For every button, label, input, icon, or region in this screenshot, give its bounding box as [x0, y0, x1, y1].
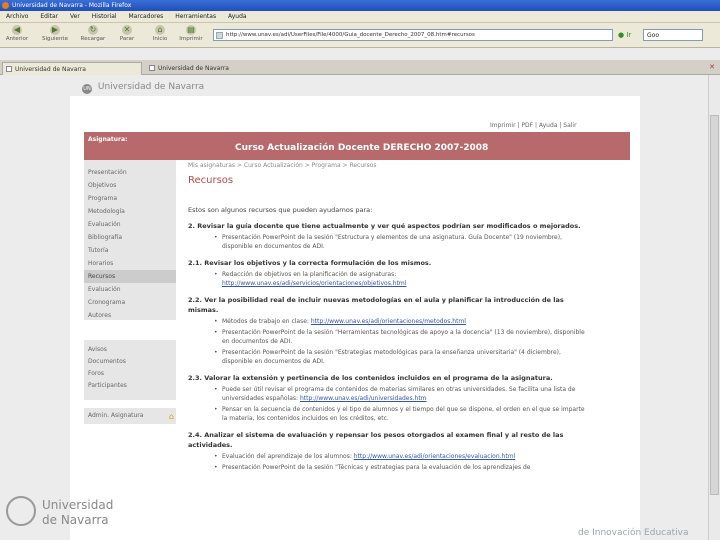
- menu-history[interactable]: Historial: [92, 13, 117, 20]
- page-icon: [6, 66, 12, 72]
- search-input[interactable]: Goo: [643, 29, 703, 41]
- go-button[interactable]: ● Ir: [618, 29, 640, 41]
- tab-universidad-1[interactable]: Universidad de Navarra: [2, 62, 142, 75]
- home-button[interactable]: ⌂ Inicio: [145, 25, 175, 46]
- list-item: Presentación PowerPoint de la sesión "Es…: [214, 233, 588, 251]
- list-item: Presentación PowerPoint de la sesión "He…: [214, 328, 588, 346]
- secondary-navigation: Avisos Documentos Foros Participantes: [84, 340, 176, 400]
- site-logo[interactable]: UN Universidad de Navarra: [82, 82, 204, 94]
- subject-label: Asignatura:: [88, 136, 128, 143]
- nav-item-evaluacion[interactable]: Evaluación: [84, 218, 176, 231]
- nav-item-objetivos[interactable]: Objetivos: [84, 179, 176, 192]
- url-bar[interactable]: http://www.unav.es/adi/UserFiles/File/40…: [213, 29, 613, 41]
- universidades-link[interactable]: http://www.unav.es/adi/universidades.htm: [300, 395, 427, 402]
- list-item: Pensar en la secuencia de contenidos y e…: [214, 405, 588, 423]
- home-icon: ⌂: [155, 25, 165, 35]
- forward-arrow-icon: ▶: [50, 25, 60, 35]
- nav-item-documentos[interactable]: Documentos: [84, 356, 176, 368]
- tab-strip: Universidad de Navarra Universidad de Na…: [0, 60, 720, 75]
- evaluacion-link[interactable]: http://www.unav.es/adi/orientaciones/eva…: [354, 453, 515, 460]
- nav-item-foros[interactable]: Foros: [84, 368, 176, 380]
- section-heading: 2. Revisar la guía docente que tiene act…: [188, 222, 581, 230]
- nav-item-programa[interactable]: Programa: [84, 192, 176, 205]
- stop-button[interactable]: ✕ Parar: [112, 25, 142, 46]
- go-arrow-icon: ●: [618, 31, 625, 39]
- admin-navigation[interactable]: Admin. Asignatura ⌂: [84, 408, 176, 424]
- stop-icon: ✕: [122, 25, 132, 35]
- window-title: Universidad de Navarra - Mozilla Firefox: [12, 2, 132, 9]
- menu-help[interactable]: Ayuda: [228, 13, 247, 20]
- menu-bar: Archivo Editar Ver Historial Marcadores …: [0, 11, 720, 23]
- section-heading: 2.2. Ver la posibilidad real de incluir …: [188, 296, 564, 314]
- page-title: Recursos: [188, 175, 234, 186]
- menu-file[interactable]: Archivo: [6, 13, 28, 20]
- nav-item-bibliografia[interactable]: Bibliografía: [84, 231, 176, 244]
- navigation-toolbar: ◀ Anterior ▶ Siguiente ↻ Recargar ✕ Para…: [0, 23, 720, 48]
- list-item: Puede ser útil revisar el programa de co…: [214, 385, 588, 403]
- list-item: Métodos de trabajo en clase: http://www.…: [214, 317, 588, 326]
- objetivos-link[interactable]: http://www.unav.es/adi/servicios/orienta…: [222, 280, 406, 287]
- breadcrumb[interactable]: Mis asignaturas > Curso Actualización > …: [188, 162, 588, 169]
- footer-logo-line2: de Navarra: [42, 513, 109, 527]
- back-button[interactable]: ◀ Anterior: [2, 25, 32, 46]
- firefox-icon: [2, 2, 9, 9]
- course-banner: Asignatura: Curso Actualización Docente …: [84, 132, 630, 160]
- top-links[interactable]: Imprimir | PDF | Ayuda | Salir: [490, 122, 577, 129]
- section-heading: 2.4. Analizar el sistema de evaluación y…: [188, 431, 564, 449]
- footer-logo-line1: Universidad: [42, 498, 114, 512]
- menu-tools[interactable]: Herramientas: [175, 13, 216, 20]
- scrollbar-thumb[interactable]: [710, 115, 719, 495]
- main-content: Mis asignaturas > Curso Actualización > …: [188, 160, 588, 540]
- tab-universidad-2[interactable]: Universidad de Navarra: [146, 62, 286, 75]
- print-icon: ▤: [186, 25, 196, 35]
- print-button[interactable]: ▤ Imprimir: [176, 25, 206, 46]
- nav-item-tutoria[interactable]: Tutoría: [84, 244, 176, 257]
- reload-button[interactable]: ↻ Recargar: [78, 25, 108, 46]
- menu-view[interactable]: Ver: [70, 13, 80, 20]
- footer-logo: Universidad de Navarra: [6, 494, 166, 534]
- left-navigation: Presentación Objetivos Programa Metodolo…: [84, 160, 176, 320]
- menu-bookmarks[interactable]: Marcadores: [129, 13, 164, 20]
- page-icon: [216, 32, 223, 39]
- nav-item-cronograma[interactable]: Cronograma: [84, 296, 176, 309]
- reload-icon: ↻: [88, 25, 98, 35]
- page-scrollbar[interactable]: [708, 75, 720, 540]
- nav-item-avisos[interactable]: Avisos: [84, 344, 176, 356]
- nav-item-participantes[interactable]: Participantes: [84, 380, 176, 392]
- close-tab-icon[interactable]: ✕: [709, 63, 715, 71]
- section-heading: 2.3. Valorar la extensión y pertinencia …: [188, 374, 553, 382]
- section-heading: 2.1. Revisar los objetivos y la correcta…: [188, 259, 432, 267]
- nav-item-evaluacion-2[interactable]: Evaluación: [84, 283, 176, 296]
- lock-icon: ⌂: [168, 412, 174, 421]
- page-icon: [149, 65, 155, 71]
- list-item: Presentación PowerPoint de la sesión "Es…: [214, 348, 588, 366]
- list-item: Presentación PowerPoint de la sesión "Té…: [214, 463, 588, 472]
- university-seal-icon: [6, 496, 36, 526]
- university-seal-icon: UN: [82, 84, 92, 94]
- list-item: Redacción de objetivos en la planificaci…: [214, 270, 588, 288]
- menu-edit[interactable]: Editar: [40, 13, 58, 20]
- nav-item-autores[interactable]: Autores: [84, 309, 176, 322]
- metodos-link[interactable]: http://www.unav.es/adi/orientaciones/met…: [311, 318, 466, 325]
- intro-text: Estos son algunos recursos que pueden ay…: [188, 206, 373, 214]
- footer-tagline: de Innovación Educativa: [578, 528, 689, 538]
- list-item: Evaluación del aprendizaje de los alumno…: [214, 452, 588, 461]
- url-text: http://www.unav.es/adi/UserFiles/File/40…: [226, 32, 475, 38]
- window-titlebar: Universidad de Navarra - Mozilla Firefox: [0, 0, 720, 11]
- course-title: Curso Actualización Docente DERECHO 2007…: [235, 143, 489, 153]
- nav-item-metodologia[interactable]: Metodología: [84, 205, 176, 218]
- nav-item-horarios[interactable]: Horarios: [84, 257, 176, 270]
- back-arrow-icon: ◀: [12, 25, 22, 35]
- nav-item-recursos[interactable]: Recursos: [84, 270, 176, 283]
- admin-label: Admin. Asignatura: [88, 412, 144, 419]
- forward-button[interactable]: ▶ Siguiente: [40, 25, 70, 46]
- nav-item-presentacion[interactable]: Presentación: [84, 166, 176, 179]
